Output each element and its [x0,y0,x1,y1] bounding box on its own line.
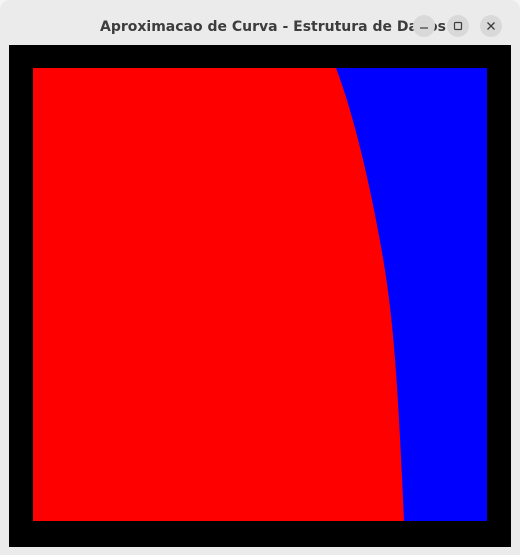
maximize-icon [453,21,463,31]
window-title: Aproximacao de Curva - Estrutura de Dado… [100,19,446,35]
title-bar[interactable]: Aproximacao de Curva - Estrutura de Dado… [0,0,520,45]
close-icon [487,22,495,30]
close-button[interactable] [480,15,502,37]
minimize-button[interactable] [413,15,435,37]
app-window: Aproximacao de Curva - Estrutura de Dado… [0,0,520,555]
drawing-canvas[interactable] [9,45,511,547]
left-region [33,68,404,521]
curve-plot [33,68,487,521]
maximize-button[interactable] [447,15,469,37]
minimize-icon [420,27,428,29]
